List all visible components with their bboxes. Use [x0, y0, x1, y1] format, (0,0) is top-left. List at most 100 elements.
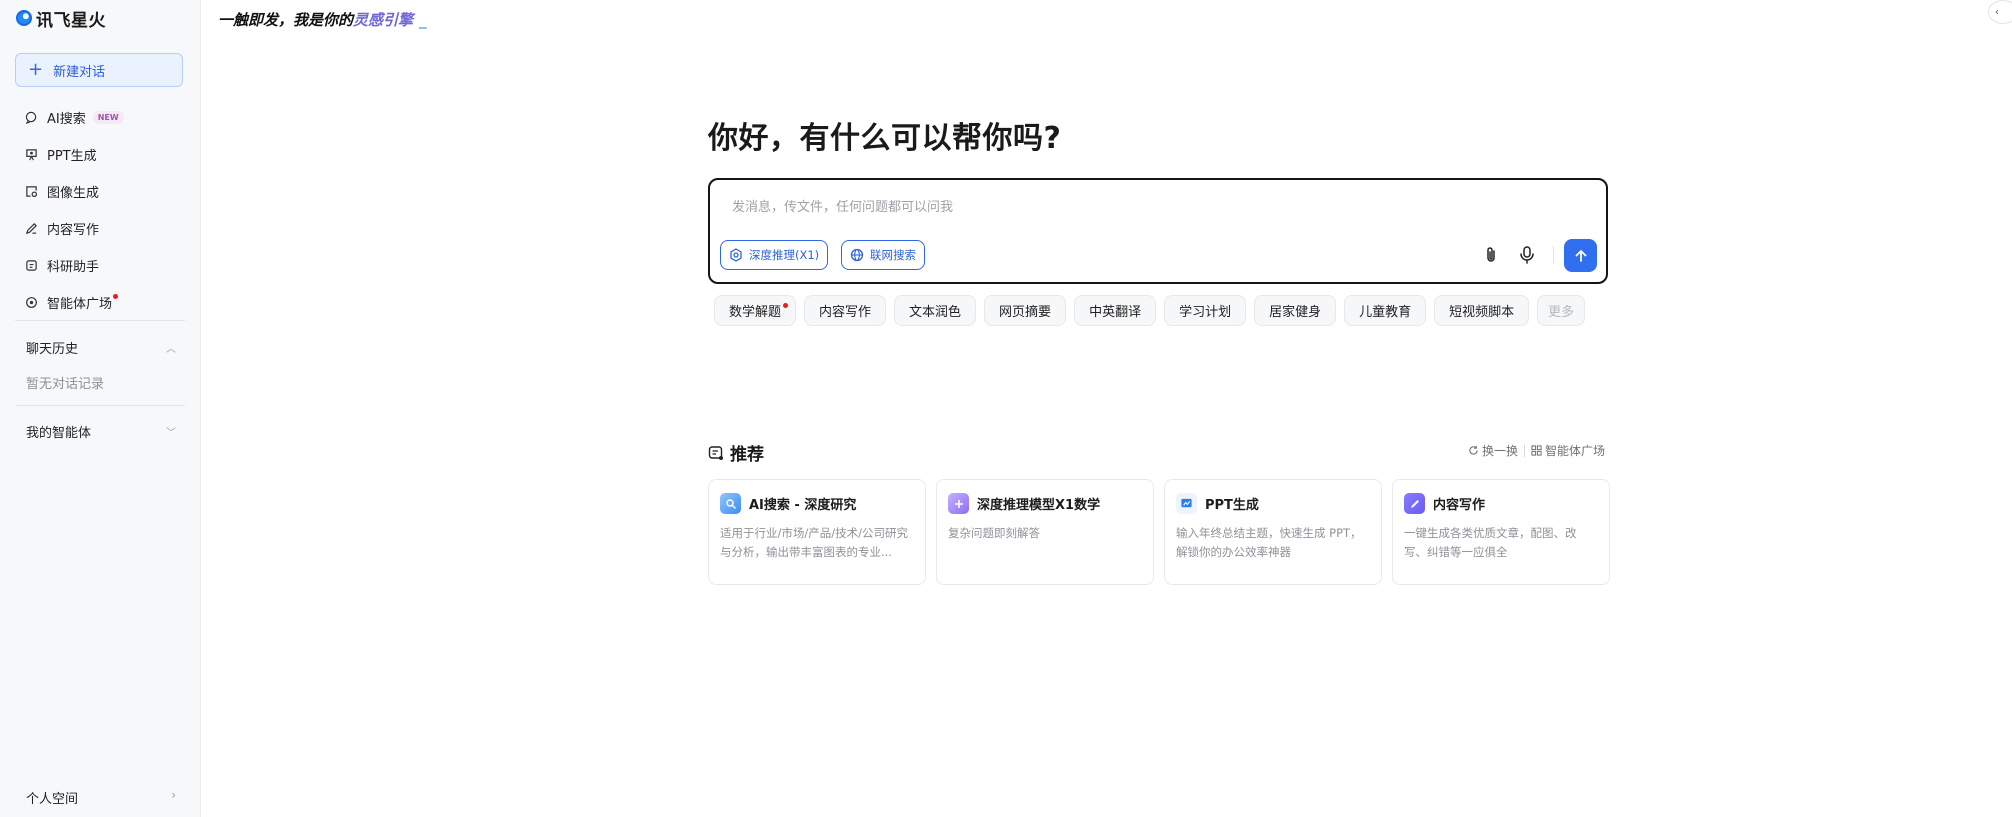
quick-action-chip[interactable]: 网页摘要: [984, 295, 1067, 326]
quick-more-button[interactable]: 更多: [1537, 295, 1586, 326]
arrow-up-icon: [1575, 249, 1586, 262]
sidebar-divider: [15, 320, 185, 321]
attach-icon[interactable]: [1480, 244, 1502, 266]
sidebar-item-ai-search[interactable]: AI搜索 NEW: [15, 99, 185, 136]
my-agents-toggle[interactable]: 我的智能体 ﹀: [26, 422, 176, 441]
web-search-label: 联网搜索: [870, 248, 916, 262]
card-title: 深度推理模型X1数学: [977, 498, 1101, 513]
card-description: 适用于行业/市场/产品/技术/公司研究与分析，输出带丰富图表的专业...: [720, 526, 908, 559]
logo-text: 讯飞星火: [36, 10, 106, 31]
writing-icon: [1404, 493, 1425, 514]
sidebar-item-label: PPT生成: [47, 149, 97, 164]
quick-action-label: 数学解题: [729, 305, 782, 320]
math-icon: [948, 493, 969, 514]
recommend-card[interactable]: 内容写作 一键生成各类优质文章，配图、改写、纠错等一应俱全: [1392, 479, 1610, 585]
chevron-up-icon: ︿: [166, 344, 176, 355]
card-title: AI搜索 - 深度研究: [749, 498, 857, 513]
quick-action-label: 短视频脚本: [1449, 305, 1515, 320]
notification-dot: [783, 303, 789, 308]
collapse-button[interactable]: ‹: [1988, 0, 2012, 24]
sidebar-item-label: 智能体广场: [47, 297, 113, 312]
slogan-highlight: 灵感引擎: [353, 11, 414, 29]
toolbar-divider: [1553, 246, 1554, 264]
image-icon: [26, 186, 38, 198]
quick-action-chip[interactable]: 居家健身: [1254, 295, 1337, 326]
new-badge: NEW: [92, 111, 124, 124]
quick-action-label: 网页摘要: [999, 305, 1052, 320]
sidebar-item-ppt[interactable]: PPT生成: [15, 136, 185, 173]
recommend-icon: [708, 445, 723, 460]
message-input[interactable]: 发消息，传文件，任何问题都可以问我: [732, 196, 953, 215]
recommend-title: 推荐: [730, 445, 764, 465]
sidebar-divider: [15, 405, 185, 406]
my-agents-title: 我的智能体: [26, 426, 92, 441]
notification-dot: [113, 294, 119, 299]
agent-square-label: 智能体广场: [1545, 444, 1606, 458]
quick-action-label: 内容写作: [819, 305, 872, 320]
quick-action-chip[interactable]: 数学解题: [714, 295, 797, 326]
chevron-left-icon: ‹: [1995, 6, 1999, 18]
sidebar-item-image[interactable]: 图像生成: [15, 173, 185, 210]
pen-icon: [25, 223, 37, 235]
quick-action-chip[interactable]: 中英翻译: [1074, 295, 1157, 326]
ai-search-icon: [720, 493, 741, 514]
card-description: 一键生成各类优质文章，配图、改写、纠错等一应俱全: [1404, 526, 1577, 559]
recommend-card[interactable]: 深度推理模型X1数学 复杂问题即刻解答: [936, 479, 1154, 585]
message-input-box[interactable]: 发消息，传文件，任何问题都可以问我 深度推理(X1) 联网搜索: [708, 178, 1608, 284]
refresh-label: 换一换: [1482, 444, 1519, 458]
research-icon: [26, 260, 37, 271]
quick-action-chip[interactable]: 儿童教育: [1344, 295, 1427, 326]
globe-icon: [850, 248, 864, 262]
send-button[interactable]: [1564, 239, 1597, 272]
agent-icon: [26, 297, 37, 308]
quick-action-chip[interactable]: 文本润色: [894, 295, 977, 326]
quick-action-chip[interactable]: 短视频脚本: [1434, 295, 1530, 326]
quick-actions: 数学解题 内容写作 文本润色 网页摘要 中英翻译 学习计划 居家健身 儿童教育 …: [714, 295, 1586, 326]
quick-action-label: 学习计划: [1179, 305, 1232, 320]
card-title: PPT生成: [1205, 498, 1259, 513]
microphone-icon[interactable]: [1516, 244, 1538, 266]
sidebar-item-label: AI搜索: [47, 112, 86, 127]
typing-cursor: _: [419, 11, 427, 29]
tool-divider: [1524, 444, 1526, 457]
recommend-header: 推荐: [708, 440, 764, 465]
ppt-chart-icon: [1176, 493, 1197, 514]
sidebar-nav: AI搜索 NEW PPT生成 图像生成 内容写作 科研助手 智能体广场: [15, 99, 185, 321]
ppt-icon: [26, 149, 37, 161]
card-description: 输入年终总结主题，快速生成 PPT，解锁你的办公效率神器: [1176, 526, 1362, 559]
sidebar-item-research[interactable]: 科研助手: [15, 247, 185, 284]
sidebar-item-writing[interactable]: 内容写作: [15, 210, 185, 247]
deep-reasoning-toggle[interactable]: 深度推理(X1): [720, 240, 829, 270]
quick-action-label: 中英翻译: [1089, 305, 1142, 320]
refresh-button[interactable]: 换一换: [1468, 442, 1518, 459]
new-chat-button[interactable]: + 新建对话: [15, 53, 183, 87]
refresh-icon: [1469, 445, 1478, 455]
quick-action-label: 文本润色: [909, 305, 962, 320]
sidebar-item-label: 图像生成: [47, 186, 100, 201]
grid-icon: [1531, 445, 1542, 456]
chat-history-toggle[interactable]: 聊天历史 ︿: [26, 338, 176, 357]
chat-history-title: 聊天历史: [26, 342, 79, 357]
recommend-cards: AI搜索 - 深度研究 适用于行业/市场/产品/技术/公司研究与分析，输出带丰富…: [708, 479, 1610, 585]
sidebar: 讯飞星火 + 新建对话 AI搜索 NEW PPT生成 图像生成 内容写作 科研助…: [0, 0, 201, 817]
search-bubble-icon: [25, 111, 37, 124]
history-empty-note: 暂无对话记录: [26, 377, 105, 392]
recommend-card[interactable]: PPT生成 输入年终总结主题，快速生成 PPT，解锁你的办公效率神器: [1164, 479, 1382, 585]
sidebar-item-agent-square[interactable]: 智能体广场: [15, 284, 185, 321]
reasoning-icon: [730, 248, 742, 262]
recommend-tools: 换一换 智能体广场: [1468, 442, 1605, 459]
quick-action-chip[interactable]: 内容写作: [804, 295, 887, 326]
plus-icon: +: [28, 59, 44, 80]
sidebar-item-label: 内容写作: [47, 223, 100, 238]
personal-space-link[interactable]: 个人空间 ›: [26, 788, 176, 807]
logo[interactable]: 讯飞星火: [16, 6, 106, 31]
agent-square-link[interactable]: 智能体广场: [1531, 442, 1605, 459]
card-title: 内容写作: [1433, 498, 1486, 513]
quick-action-chip[interactable]: 学习计划: [1164, 295, 1247, 326]
web-search-toggle[interactable]: 联网搜索: [841, 240, 925, 270]
chevron-right-icon: ›: [171, 788, 176, 802]
personal-space-label: 个人空间: [26, 792, 79, 807]
recommend-card[interactable]: AI搜索 - 深度研究 适用于行业/市场/产品/技术/公司研究与分析，输出带丰富…: [708, 479, 926, 585]
greeting-title: 你好，有什么可以帮你吗?: [708, 121, 1062, 156]
card-description: 复杂问题即刻解答: [948, 526, 1040, 540]
